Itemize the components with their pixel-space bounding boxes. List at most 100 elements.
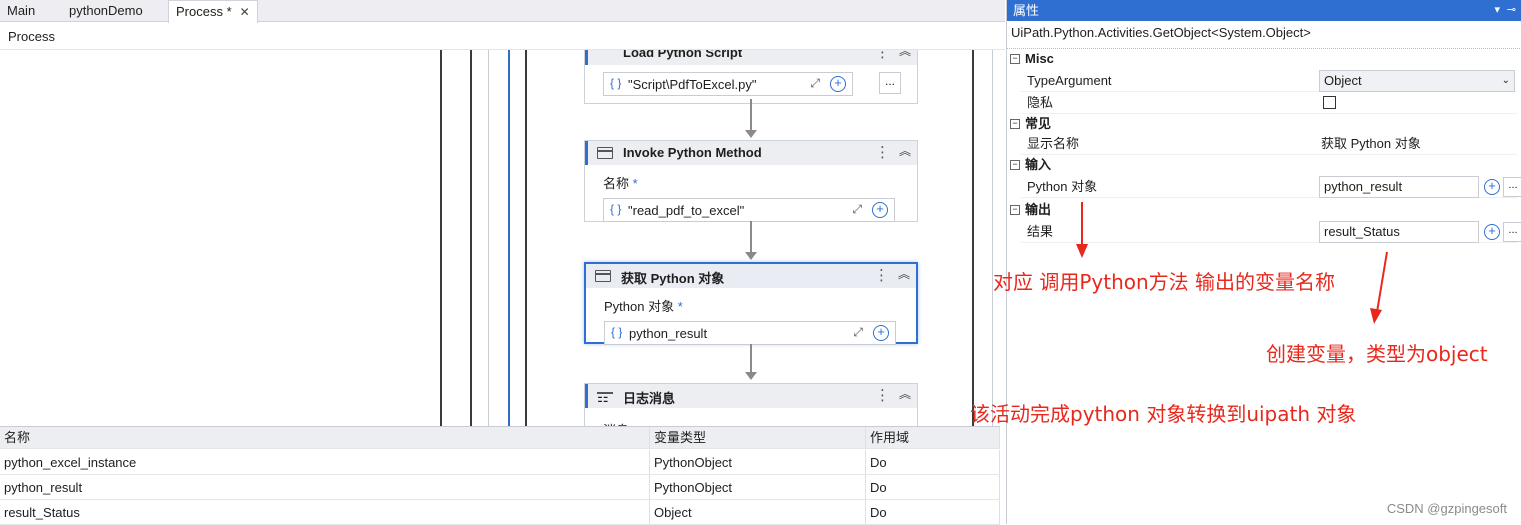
variable-name-cell[interactable]: result_Status: [0, 500, 650, 524]
more-options-icon[interactable]: ⋮: [874, 266, 888, 284]
expand-icon[interactable]: ⤢: [853, 325, 863, 340]
variable-type-cell[interactable]: PythonObject: [650, 475, 866, 499]
required-mark: *: [678, 299, 683, 314]
property-row-displayname: 显示名称 获取 Python 对象: [1021, 133, 1517, 155]
variables-header-row: 名称 变量类型 作用域: [0, 427, 1000, 449]
annotation-create-variable: 创建变量，类型为object: [1266, 338, 1488, 367]
expand-icon[interactable]: ⤢: [852, 202, 862, 217]
typeargument-select[interactable]: Object ⌄: [1319, 70, 1515, 92]
method-name-input[interactable]: { } "read_pdf_to_excel" ⤢ +: [603, 198, 895, 222]
tab-label: pythonDemo: [69, 3, 143, 18]
python-object-input[interactable]: { } python_result ⤢ +: [604, 321, 896, 345]
variable-type-cell[interactable]: PythonObject: [650, 450, 866, 474]
category-label: 输出: [1025, 202, 1051, 217]
add-icon[interactable]: +: [873, 325, 889, 341]
variable-type-cell[interactable]: Object: [650, 500, 866, 524]
log-icon: ☷: [597, 390, 613, 402]
more-options-icon[interactable]: ⋮: [875, 50, 889, 61]
required-mark: *: [633, 176, 638, 191]
column-header-name[interactable]: 名称: [0, 427, 650, 448]
variable-scope-cell[interactable]: Do: [866, 450, 1000, 474]
category-label: Misc: [1025, 51, 1054, 66]
add-icon[interactable]: +: [872, 202, 888, 218]
property-name: 结果: [1027, 221, 1053, 243]
activity-icon: [597, 147, 613, 159]
collapse-icon[interactable]: −: [1010, 205, 1020, 215]
annotation-activity-purpose: 该活动完成python 对象转换到uipath 对象: [970, 398, 1356, 427]
property-row-private: 隐私: [1021, 92, 1517, 114]
field-label: Python 对象 *: [604, 296, 896, 315]
breadcrumb[interactable]: Process: [0, 23, 1005, 50]
chevron-down-icon: ⌄: [1502, 71, 1510, 91]
activity-invoke-python-method[interactable]: Invoke Python Method ⋮ ︽ 名称 * { } "read_…: [584, 140, 918, 222]
activity-icon: [595, 270, 611, 282]
flow-arrow-icon: [745, 130, 757, 138]
property-row-pythonobject: Python 对象 python_result + ...: [1021, 176, 1517, 198]
collapse-icon[interactable]: −: [1010, 160, 1020, 170]
column-header-type[interactable]: 变量类型: [650, 427, 866, 448]
script-path-input[interactable]: { } "Script\PdfToExcel.py" ⤢ +: [603, 72, 853, 96]
watermark: CSDN @gzpingesoft: [1387, 501, 1507, 516]
tab-pythondemo[interactable]: pythonDemo: [62, 0, 150, 22]
field-label-text: Python 对象: [604, 299, 674, 314]
collapse-icon[interactable]: −: [1010, 54, 1020, 64]
activity-log-message[interactable]: ☷ 日志消息 ⋮ ︽ 消息 *: [584, 383, 918, 426]
add-icon[interactable]: +: [1484, 224, 1500, 240]
sequence-border-line: [508, 50, 510, 426]
pin-icon[interactable]: ⊸: [1507, 0, 1516, 21]
column-header-scope[interactable]: 作用域: [866, 427, 1000, 448]
tab-label: Main: [7, 3, 35, 18]
display-name-value[interactable]: 获取 Python 对象: [1321, 133, 1421, 155]
dropdown-icon[interactable]: ▾: [1494, 0, 1500, 21]
table-row[interactable]: python_excel_instance PythonObject Do: [0, 450, 1000, 475]
browse-button[interactable]: ...: [879, 72, 901, 94]
private-checkbox[interactable]: [1323, 96, 1336, 109]
python-object-field[interactable]: python_result: [1319, 176, 1479, 198]
select-value: Object: [1324, 73, 1362, 88]
activity-get-python-object[interactable]: 获取 Python 对象 ⋮ ︽ Python 对象 * { } python_…: [584, 262, 918, 344]
tab-main[interactable]: Main: [0, 0, 42, 22]
close-icon[interactable]: ✕: [240, 5, 250, 19]
variable-name-cell[interactable]: python_excel_instance: [0, 450, 650, 474]
annotation-arrow-head: [1076, 244, 1088, 258]
browse-button[interactable]: ...: [1503, 222, 1521, 242]
collapse-icon[interactable]: ︽: [899, 385, 911, 402]
activity-load-python-script[interactable]: Load Python Script ⋮ ︽ { } "Script\PdfTo…: [584, 50, 918, 104]
more-options-icon[interactable]: ⋮: [875, 143, 889, 161]
table-row[interactable]: result_Status Object Do: [0, 500, 1000, 525]
property-name: 隐私: [1027, 92, 1053, 114]
variable-scope-cell[interactable]: Do: [866, 500, 1000, 524]
sequence-border-line: [525, 50, 527, 426]
category-label: 常见: [1025, 116, 1051, 131]
collapse-icon[interactable]: ︽: [899, 142, 911, 159]
document-tab-bar: Main pythonDemo Process * ✕: [0, 0, 1005, 22]
sequence-border-line: [470, 50, 472, 426]
more-options-icon[interactable]: ⋮: [875, 386, 889, 404]
variable-name-cell[interactable]: python_result: [0, 475, 650, 499]
category-common[interactable]: −常见: [1007, 114, 1517, 134]
expand-icon[interactable]: ⤢: [810, 76, 820, 91]
activity-header: Load Python Script ⋮ ︽: [585, 50, 917, 65]
variables-panel: 名称 变量类型 作用域 python_excel_instance Python…: [0, 426, 1000, 524]
browse-button[interactable]: ...: [1503, 177, 1521, 197]
table-row[interactable]: python_result PythonObject Do: [0, 475, 1000, 500]
activity-title: Load Python Script: [623, 50, 742, 60]
collapse-icon[interactable]: −: [1010, 119, 1020, 129]
property-row-typeargument: TypeArgument Object⌄: [1021, 70, 1517, 92]
expression-value: "read_pdf_to_excel": [628, 203, 744, 218]
activity-header: ☷ 日志消息 ⋮ ︽: [585, 384, 917, 408]
flow-connector: [750, 344, 752, 374]
tab-process[interactable]: Process * ✕: [168, 0, 258, 23]
expression-icon: { }: [610, 76, 621, 90]
tab-label: Process *: [176, 4, 232, 19]
variable-scope-cell[interactable]: Do: [866, 475, 1000, 499]
category-input[interactable]: −输入: [1007, 155, 1517, 175]
collapse-icon[interactable]: ︽: [899, 50, 911, 59]
add-icon[interactable]: +: [1484, 179, 1500, 195]
flow-connector: [750, 221, 752, 253]
add-icon[interactable]: +: [830, 76, 846, 92]
annotation-arrow-head: [1370, 308, 1382, 324]
collapse-icon[interactable]: ︽: [898, 265, 910, 282]
category-misc[interactable]: −Misc: [1007, 49, 1517, 69]
designer-canvas[interactable]: Load Python Script ⋮ ︽ { } "Script\PdfTo…: [0, 50, 1005, 426]
